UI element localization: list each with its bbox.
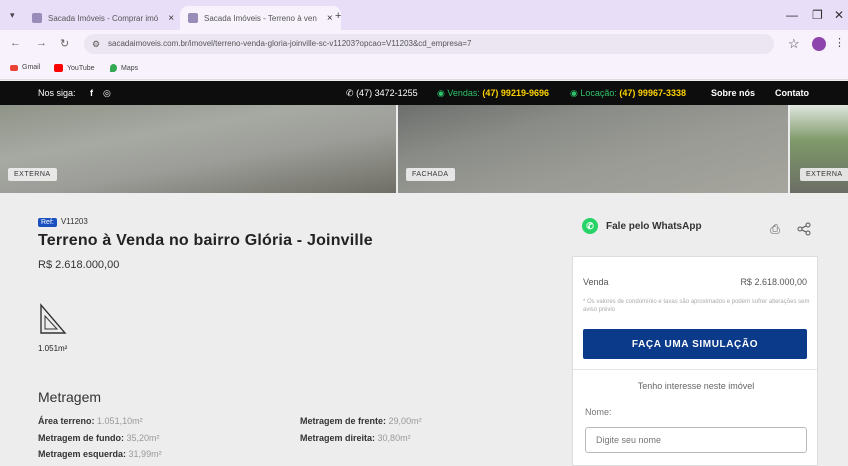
spec-area-terreno: Área terreno: 1.051,10m² bbox=[38, 416, 143, 426]
follow-label: Nos siga: bbox=[38, 88, 76, 98]
price-disclaimer: * Os valores de condomínio e taxas são a… bbox=[583, 299, 810, 313]
spec-value: 29,00m² bbox=[388, 416, 422, 426]
site-favicon-icon bbox=[188, 13, 198, 23]
share-icon bbox=[797, 222, 811, 236]
interest-title: Tenho interesse neste imóvel bbox=[637, 381, 755, 391]
photo-tag: EXTERNA bbox=[8, 168, 57, 181]
bookmark-youtube[interactable]: YouTube bbox=[54, 64, 95, 72]
url-field[interactable]: ⚙ sacadaimoveis.com.br/imovel/terreno-ve… bbox=[84, 34, 774, 54]
phone-number: (47) 3472-1255 bbox=[356, 88, 418, 98]
forward-icon[interactable]: → bbox=[36, 37, 47, 49]
ref-badge: Ref: bbox=[38, 218, 57, 227]
bookmark-maps[interactable]: Maps bbox=[110, 64, 138, 72]
tab-title: Sacada Imóveis - Terreno à ven bbox=[204, 13, 317, 23]
bookmark-label: Gmail bbox=[22, 64, 41, 71]
print-icon: ⎙ bbox=[770, 221, 780, 236]
browser-tab-bar: ▾ Sacada Imóveis - Comprar imó × Sacada … bbox=[0, 0, 848, 30]
locacao-label: Locação: bbox=[580, 88, 617, 98]
spec-value: 30,80m² bbox=[377, 433, 411, 443]
site-info-icon[interactable]: ⚙ bbox=[92, 34, 100, 54]
locacao-phone: (47) 99967-3338 bbox=[619, 88, 686, 98]
phone-icon: ✆ bbox=[346, 88, 354, 98]
tab-close-icon[interactable]: × bbox=[168, 13, 174, 24]
site-top-bar: Nos siga: f ◎ ✆ (47) 3472-1255 ◉ Vendas:… bbox=[0, 81, 848, 105]
tab-close-icon[interactable]: × bbox=[327, 13, 333, 24]
whatsapp-label: Fale pelo WhatsApp bbox=[606, 220, 702, 232]
whatsapp-button[interactable]: ✆ Fale pelo WhatsApp bbox=[582, 218, 702, 234]
vendas-phone: (47) 99219-9696 bbox=[482, 88, 549, 98]
property-price: R$ 2.618.000,00 bbox=[38, 259, 120, 271]
sale-label: Venda bbox=[583, 277, 609, 287]
spec-metragem-fundo: Metragem de fundo: 35,20m² bbox=[38, 433, 160, 443]
photo-tag: EXTERNA bbox=[800, 168, 848, 181]
spec-metragem-direita: Metragem direita: 30,80m² bbox=[300, 433, 411, 443]
gmail-icon bbox=[10, 64, 18, 71]
photo-gallery: EXTERNA FACHADA EXTERNA bbox=[0, 105, 848, 193]
property-title: Terreno à Venda no bairro Glória - Joinv… bbox=[38, 232, 373, 249]
nav-contato[interactable]: Contato bbox=[775, 88, 809, 98]
area-icon bbox=[38, 303, 68, 340]
whatsapp-icon: ◉ bbox=[437, 88, 445, 98]
tab-search-icon[interactable]: ▾ bbox=[10, 10, 15, 21]
whatsapp-icon: ✆ bbox=[582, 218, 598, 234]
vendas-whatsapp-link[interactable]: ◉ Vendas: (47) 99219-9696 bbox=[437, 88, 549, 99]
url-text: sacadaimoveis.com.br/imovel/terreno-vend… bbox=[108, 39, 472, 48]
maximize-icon[interactable]: ❐ bbox=[812, 8, 823, 22]
gallery-photo[interactable]: EXTERNA bbox=[790, 105, 848, 193]
maps-icon bbox=[110, 64, 117, 72]
locacao-whatsapp-link[interactable]: ◉ Locação: (47) 99967-3338 bbox=[570, 88, 686, 99]
property-ref: Ref: V11203 bbox=[38, 217, 88, 227]
spec-label: Metragem de frente: bbox=[300, 416, 387, 426]
minimize-icon[interactable]: — bbox=[786, 8, 798, 22]
area-value: 1.051m² bbox=[38, 344, 68, 353]
profile-avatar[interactable] bbox=[812, 37, 826, 51]
reload-icon[interactable]: ↻ bbox=[60, 37, 69, 50]
instagram-icon[interactable]: ◎ bbox=[103, 88, 111, 99]
bookmark-label: Maps bbox=[121, 64, 139, 72]
gallery-photo[interactable]: EXTERNA bbox=[0, 105, 396, 193]
price-card: Venda R$ 2.618.000,00 * Os valores de co… bbox=[572, 256, 819, 466]
tab-title: Sacada Imóveis - Comprar imó bbox=[48, 13, 159, 23]
spec-label: Metragem esquerda: bbox=[38, 449, 127, 459]
name-field[interactable] bbox=[585, 427, 807, 453]
new-tab-button[interactable]: + bbox=[335, 10, 341, 22]
spec-label: Área terreno: bbox=[38, 416, 95, 426]
spec-label: Metragem de fundo: bbox=[38, 433, 125, 443]
spec-value: 1.051,10m² bbox=[97, 416, 143, 426]
nav-sobre-nos[interactable]: Sobre nós bbox=[711, 88, 755, 98]
browser-address-bar: ← → ↻ ⚙ sacadaimoveis.com.br/imovel/terr… bbox=[0, 30, 848, 58]
tab-terreno[interactable]: Sacada Imóveis - Terreno à ven × bbox=[180, 6, 341, 30]
browser-menu-icon[interactable]: ⋮ bbox=[834, 36, 845, 49]
spec-metragem-esquerda: Metragem esquerda: 31,99m² bbox=[38, 449, 162, 459]
facebook-icon[interactable]: f bbox=[90, 88, 93, 98]
card-divider bbox=[573, 369, 819, 370]
simulation-button[interactable]: FAÇA UMA SIMULAÇÃO bbox=[583, 329, 807, 359]
spec-label: Metragem direita: bbox=[300, 433, 376, 443]
back-icon[interactable]: ← bbox=[10, 37, 21, 49]
share-button[interactable] bbox=[793, 218, 815, 240]
site-favicon-icon bbox=[32, 13, 42, 23]
spec-metragem-frente: Metragem de frente: 29,00m² bbox=[300, 416, 422, 426]
bookmark-star-icon[interactable]: ☆ bbox=[788, 36, 800, 52]
bookmarks-bar: Gmail YouTube Maps bbox=[0, 58, 848, 80]
name-label: Nome: bbox=[585, 407, 612, 417]
close-window-icon[interactable]: ✕ bbox=[834, 8, 844, 22]
bookmark-gmail[interactable]: Gmail bbox=[10, 64, 40, 71]
spec-value: 31,99m² bbox=[128, 449, 162, 459]
section-metragem: Metragem bbox=[38, 389, 102, 405]
print-button[interactable]: ⎙ bbox=[764, 218, 786, 240]
vendas-label: Vendas: bbox=[447, 88, 480, 98]
whatsapp-icon: ◉ bbox=[570, 88, 578, 98]
sale-price: R$ 2.618.000,00 bbox=[740, 277, 807, 287]
youtube-icon bbox=[54, 64, 63, 72]
ref-code: V11203 bbox=[60, 217, 88, 226]
bookmark-label: YouTube bbox=[67, 64, 95, 72]
phone-link[interactable]: ✆ (47) 3472-1255 bbox=[346, 88, 418, 99]
gallery-photo[interactable]: FACHADA bbox=[398, 105, 788, 193]
spec-value: 35,20m² bbox=[126, 433, 160, 443]
tab-comprar[interactable]: Sacada Imóveis - Comprar imó × bbox=[32, 6, 174, 30]
photo-tag: FACHADA bbox=[406, 168, 455, 181]
